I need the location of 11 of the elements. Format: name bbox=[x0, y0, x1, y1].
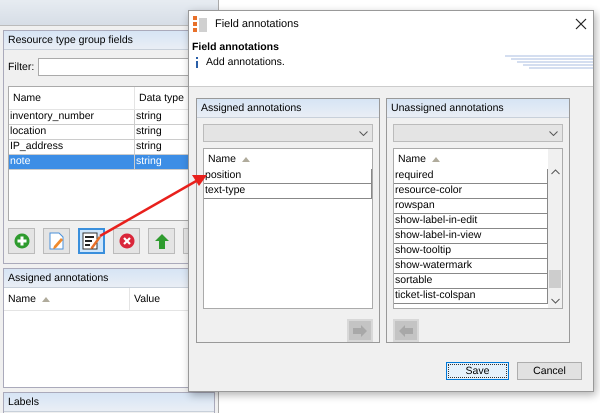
dialog-heading: Field annotations bbox=[192, 41, 280, 53]
table-cell: IP_address bbox=[9, 140, 135, 154]
filter-label: Filter: bbox=[8, 61, 34, 73]
table-cell: note bbox=[9, 155, 135, 169]
table-cell: location bbox=[9, 125, 135, 139]
panel-title: Labels bbox=[4, 393, 214, 412]
panel-title: Assigned annotations bbox=[197, 99, 379, 118]
table-cell: inventory_number bbox=[9, 110, 135, 124]
window-title: Field annotations bbox=[215, 18, 299, 30]
panel-title: Unassigned annotations bbox=[387, 99, 569, 118]
info-text: Add annotations. bbox=[206, 56, 285, 68]
